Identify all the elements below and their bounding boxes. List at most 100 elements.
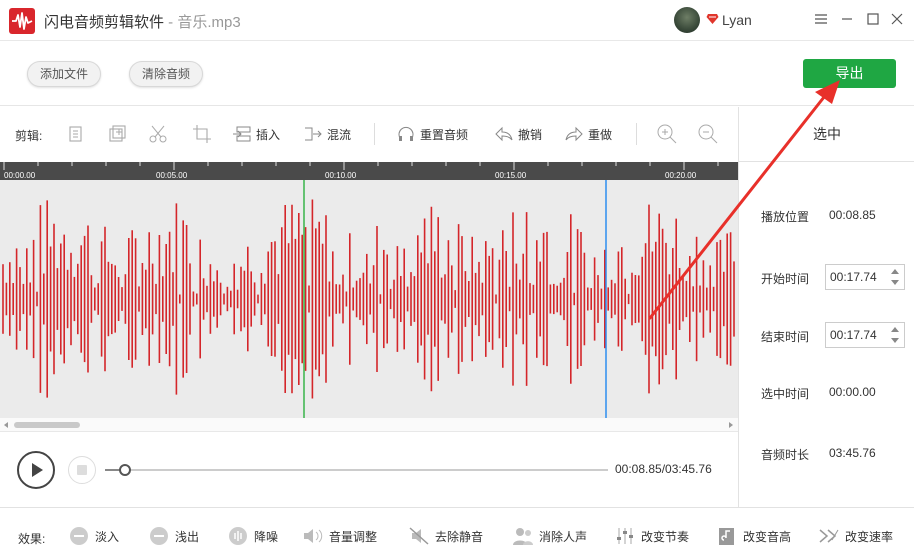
scrollbar-thumb[interactable]	[14, 422, 80, 428]
tick-label: 00:20.00	[665, 171, 697, 180]
speed-icon	[819, 529, 839, 543]
timeline-ruler[interactable]: 00:00.00 00:05.00 00:10.00 00:15.00 00:2…	[0, 162, 738, 180]
redo-label: 重做	[588, 127, 613, 142]
start-time-value: 00:17.74	[830, 270, 877, 284]
undo-icon	[495, 126, 513, 142]
export-button[interactable]: 导出	[803, 59, 896, 88]
mix-button[interactable]: 混流	[303, 121, 351, 147]
avatar[interactable]	[674, 7, 700, 33]
username[interactable]: Lyan	[722, 12, 752, 28]
end-time-stepper[interactable]: 00:17.74	[825, 322, 905, 348]
progress-slider[interactable]	[105, 464, 608, 476]
mix-icon	[305, 127, 322, 141]
paste-button[interactable]	[107, 121, 131, 147]
volume-icon	[304, 529, 323, 543]
divider	[636, 123, 637, 145]
undo-button[interactable]: 撤销	[494, 121, 542, 147]
end-time-label: 结束时间	[761, 330, 810, 344]
edit-toolbar: 剪辑: 插入 混流 重置音频 撤销 重做	[0, 107, 738, 162]
app-name: 闪电音频剪辑软件	[44, 14, 165, 31]
add-file-button[interactable]: 添加文件	[27, 61, 102, 87]
tick-label: 00:10.00	[325, 171, 357, 180]
remove-silence-label: 去除静音	[435, 529, 484, 544]
redo-button[interactable]: 重做	[564, 121, 612, 147]
close-button[interactable]	[886, 8, 908, 30]
effects-label: 效果:	[18, 532, 46, 546]
main-toolbar: 添加文件 清除音频 导出	[0, 41, 914, 106]
horizontal-scrollbar[interactable]	[0, 418, 738, 432]
fade-in-button[interactable]: 淡入	[68, 525, 119, 547]
zoom-in-icon	[657, 124, 677, 144]
window-title: 闪电音频剪辑软件 - 音乐.mp3	[44, 11, 241, 32]
reset-icon	[398, 126, 414, 141]
scroll-right-icon[interactable]	[728, 421, 734, 429]
stepper-arrows-icon[interactable]	[889, 266, 901, 288]
transport-bar: 00:08.85/03:45.76	[0, 433, 738, 507]
play-icon	[32, 463, 43, 477]
copy-icon	[69, 126, 82, 142]
minimize-icon	[842, 18, 852, 20]
denoise-icon	[229, 527, 247, 545]
change-tempo-button[interactable]: 改变节奏	[614, 525, 689, 547]
waveform	[2, 180, 735, 418]
zoom-out-button[interactable]	[697, 121, 723, 147]
end-time-value: 00:17.74	[830, 328, 877, 342]
crop-icon	[193, 125, 211, 143]
menu-icon	[815, 14, 827, 24]
change-tempo-label: 改变节奏	[641, 529, 690, 544]
audio-length-value: 03:45.76	[829, 446, 876, 460]
minimize-button[interactable]	[836, 8, 858, 30]
denoise-button[interactable]: 降噪	[227, 525, 278, 547]
scroll-left-icon[interactable]	[3, 421, 9, 429]
file-name: 音乐.mp3	[177, 14, 241, 31]
play-position-value: 00:08.85	[829, 208, 876, 222]
stop-icon	[77, 465, 87, 475]
remove-vocals-button[interactable]: 消除人声	[512, 525, 587, 547]
stepper-arrows-icon[interactable]	[889, 324, 901, 346]
stop-button[interactable]	[68, 456, 96, 484]
fade-out-button[interactable]: 浅出	[148, 525, 199, 547]
cut-button[interactable]	[148, 121, 174, 147]
title-bar: 闪电音频剪辑软件 - 音乐.mp3 Lyan	[0, 0, 914, 41]
menu-button[interactable]	[810, 8, 832, 30]
play-button[interactable]	[17, 451, 55, 489]
title-separator: -	[164, 14, 178, 31]
fade-out-label: 浅出	[175, 529, 200, 544]
close-icon	[891, 13, 903, 25]
crop-button[interactable]	[192, 121, 216, 147]
scissors-icon	[149, 125, 167, 143]
clear-audio-button[interactable]: 清除音频	[129, 61, 204, 87]
remove-vocals-icon	[513, 528, 533, 545]
volume-button[interactable]: 音量调整	[302, 525, 377, 547]
remove-vocals-label: 消除人声	[539, 529, 588, 544]
ruler-ticks	[3, 162, 719, 170]
time-readout: 00:08.85/03:45.76	[615, 462, 712, 476]
change-pitch-label: 改变音高	[743, 529, 792, 544]
remove-silence-button[interactable]: 去除静音	[408, 525, 483, 547]
paste-icon	[109, 125, 126, 142]
tick-label: 00:00.00	[4, 171, 36, 180]
selected-duration-value: 00:00.00	[829, 385, 876, 399]
waveform-area[interactable]	[0, 180, 738, 418]
undo-label: 撤销	[518, 127, 543, 142]
maximize-button[interactable]	[862, 8, 884, 30]
fade-in-label: 淡入	[95, 529, 120, 544]
tick-label: 00:05.00	[156, 171, 188, 180]
insert-button[interactable]: 插入	[232, 121, 280, 147]
effects-bar: 效果: 淡入 浅出 降噪 音量调整 去除静音 消除人声 改变节奏 改变音高 改变…	[0, 507, 914, 559]
insert-label: 插入	[256, 127, 281, 142]
start-time-stepper[interactable]: 00:17.74	[825, 264, 905, 290]
copy-button[interactable]	[66, 121, 90, 147]
selected-duration-label: 选中时间	[761, 387, 810, 401]
vip-gem-icon	[706, 14, 719, 24]
zoom-in-button[interactable]	[656, 121, 682, 147]
pitch-icon	[719, 528, 734, 545]
insert-icon	[233, 126, 251, 142]
change-pitch-button[interactable]: 改变音高	[716, 525, 791, 547]
selection-panel-title: 选中	[739, 107, 914, 162]
redo-icon	[565, 126, 583, 142]
fade-in-icon	[70, 527, 88, 545]
reset-audio-button[interactable]: 重置音频	[396, 121, 468, 147]
change-speed-button[interactable]: 改变速率	[818, 525, 893, 547]
progress-knob[interactable]	[118, 464, 131, 476]
